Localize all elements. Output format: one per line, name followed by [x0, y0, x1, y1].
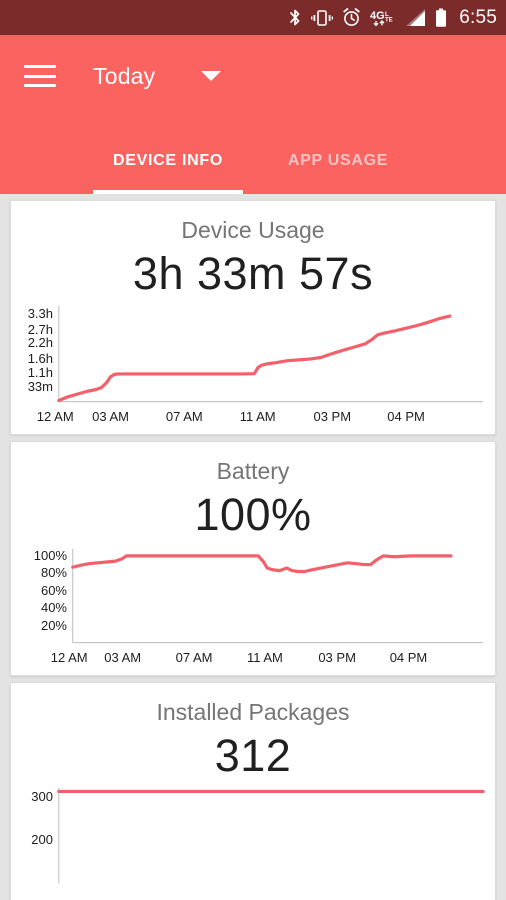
network-4g-lte-icon: 4G L TE [370, 8, 397, 28]
battery-full-icon [435, 8, 447, 28]
x-tick-label: 03 PM [318, 650, 356, 665]
y-tick-label: 300 [31, 788, 53, 804]
app-bar-top-row: Today [0, 35, 506, 117]
x-tick-label: 03 AM [104, 650, 142, 665]
tab-app-usage-label: APP USAGE [287, 152, 389, 169]
x-tick-label: 11 AM [246, 650, 283, 665]
chart-device-usage: 3.3h 2.7h 2.2h 1.6h 1.1h 33m 12 AM 03 AM 07 AM 11… [11, 300, 495, 434]
card-device-usage[interactable]: Device Usage 3h 33m 57s 3.3h 2.7h 2.2h 1.6h… [10, 200, 496, 435]
chevron-down-icon[interactable] [201, 71, 222, 81]
chart-battery: 100% 80% 60% 40% 20% 12 AM 03 AM 07 AM 11 AM 03 P… [11, 541, 495, 675]
y-tick-label: 200 [31, 832, 53, 848]
bluetooth-icon [288, 8, 302, 28]
y-tick-label: 20% [40, 617, 67, 633]
app-bar: Today DEVICE INFO APP USAGE [0, 35, 506, 194]
x-tick-label: 04 PM [389, 650, 428, 665]
card-installed-packages[interactable]: Installed Packages 312 300 200 [10, 682, 496, 900]
x-tick-label: 11 AM [239, 409, 276, 424]
y-tick-label: 80% [40, 565, 67, 581]
y-tick-label: 2.2h [27, 335, 53, 351]
status-bar: 4G L TE 6:55 [0, 0, 506, 35]
x-tick-label: 03 AM [92, 409, 129, 424]
y-tick-label: 33m [27, 379, 53, 395]
tab-device-info[interactable]: DEVICE INFO [93, 128, 243, 194]
chart-installed-packages: 300 200 [11, 782, 495, 900]
y-tick-label: 40% [40, 600, 67, 616]
card-device-usage-value: 3h 33m 57s [132, 248, 374, 299]
y-tick-label: 3.3h [27, 306, 53, 321]
signal-bars-icon [406, 8, 426, 27]
status-clock: 6:55 [459, 6, 497, 28]
svg-text:4G: 4G [370, 10, 385, 22]
card-list: Device Usage 3h 33m 57s 3.3h 2.7h 2.2h 1.6h… [0, 194, 506, 900]
y-tick-label: 1.1h [27, 364, 53, 380]
x-tick-label: 03 PM [313, 409, 352, 424]
x-tick-label: 12 AM [36, 409, 74, 424]
x-tick-label: 12 AM [50, 650, 88, 665]
x-tick-label: 07 AM [165, 409, 203, 424]
tab-bar: DEVICE INFO APP USAGE [0, 128, 506, 194]
card-device-usage-title: Device Usage [181, 217, 325, 243]
y-tick-label: 100% [33, 547, 67, 563]
card-installed-packages-value: 312 [214, 730, 292, 781]
vibrate-icon [311, 9, 334, 27]
svg-text:TE: TE [385, 17, 393, 23]
card-battery-value: 100% [194, 489, 312, 540]
card-battery[interactable]: Battery 100% 100% 80% 60% 40% 20% 12 AM 03 AM 0… [10, 441, 496, 676]
x-tick-label: 04 PM [387, 409, 425, 424]
alarm-icon [342, 8, 361, 27]
hamburger-menu-icon[interactable] [24, 65, 56, 87]
tab-device-info-label: DEVICE INFO [113, 152, 223, 169]
tab-app-usage[interactable]: APP USAGE [263, 128, 413, 194]
date-spinner-label[interactable]: Today [93, 63, 155, 90]
card-installed-packages-title: Installed Packages [156, 699, 350, 725]
app-screen: 4G L TE 6:55 Today DEVICE INFO APP USAGE… [0, 0, 506, 900]
card-battery-title: Battery [216, 458, 290, 484]
x-tick-label: 07 AM [175, 650, 213, 665]
chart-installed-packages-svg [11, 787, 495, 884]
y-tick-label: 60% [40, 582, 67, 598]
